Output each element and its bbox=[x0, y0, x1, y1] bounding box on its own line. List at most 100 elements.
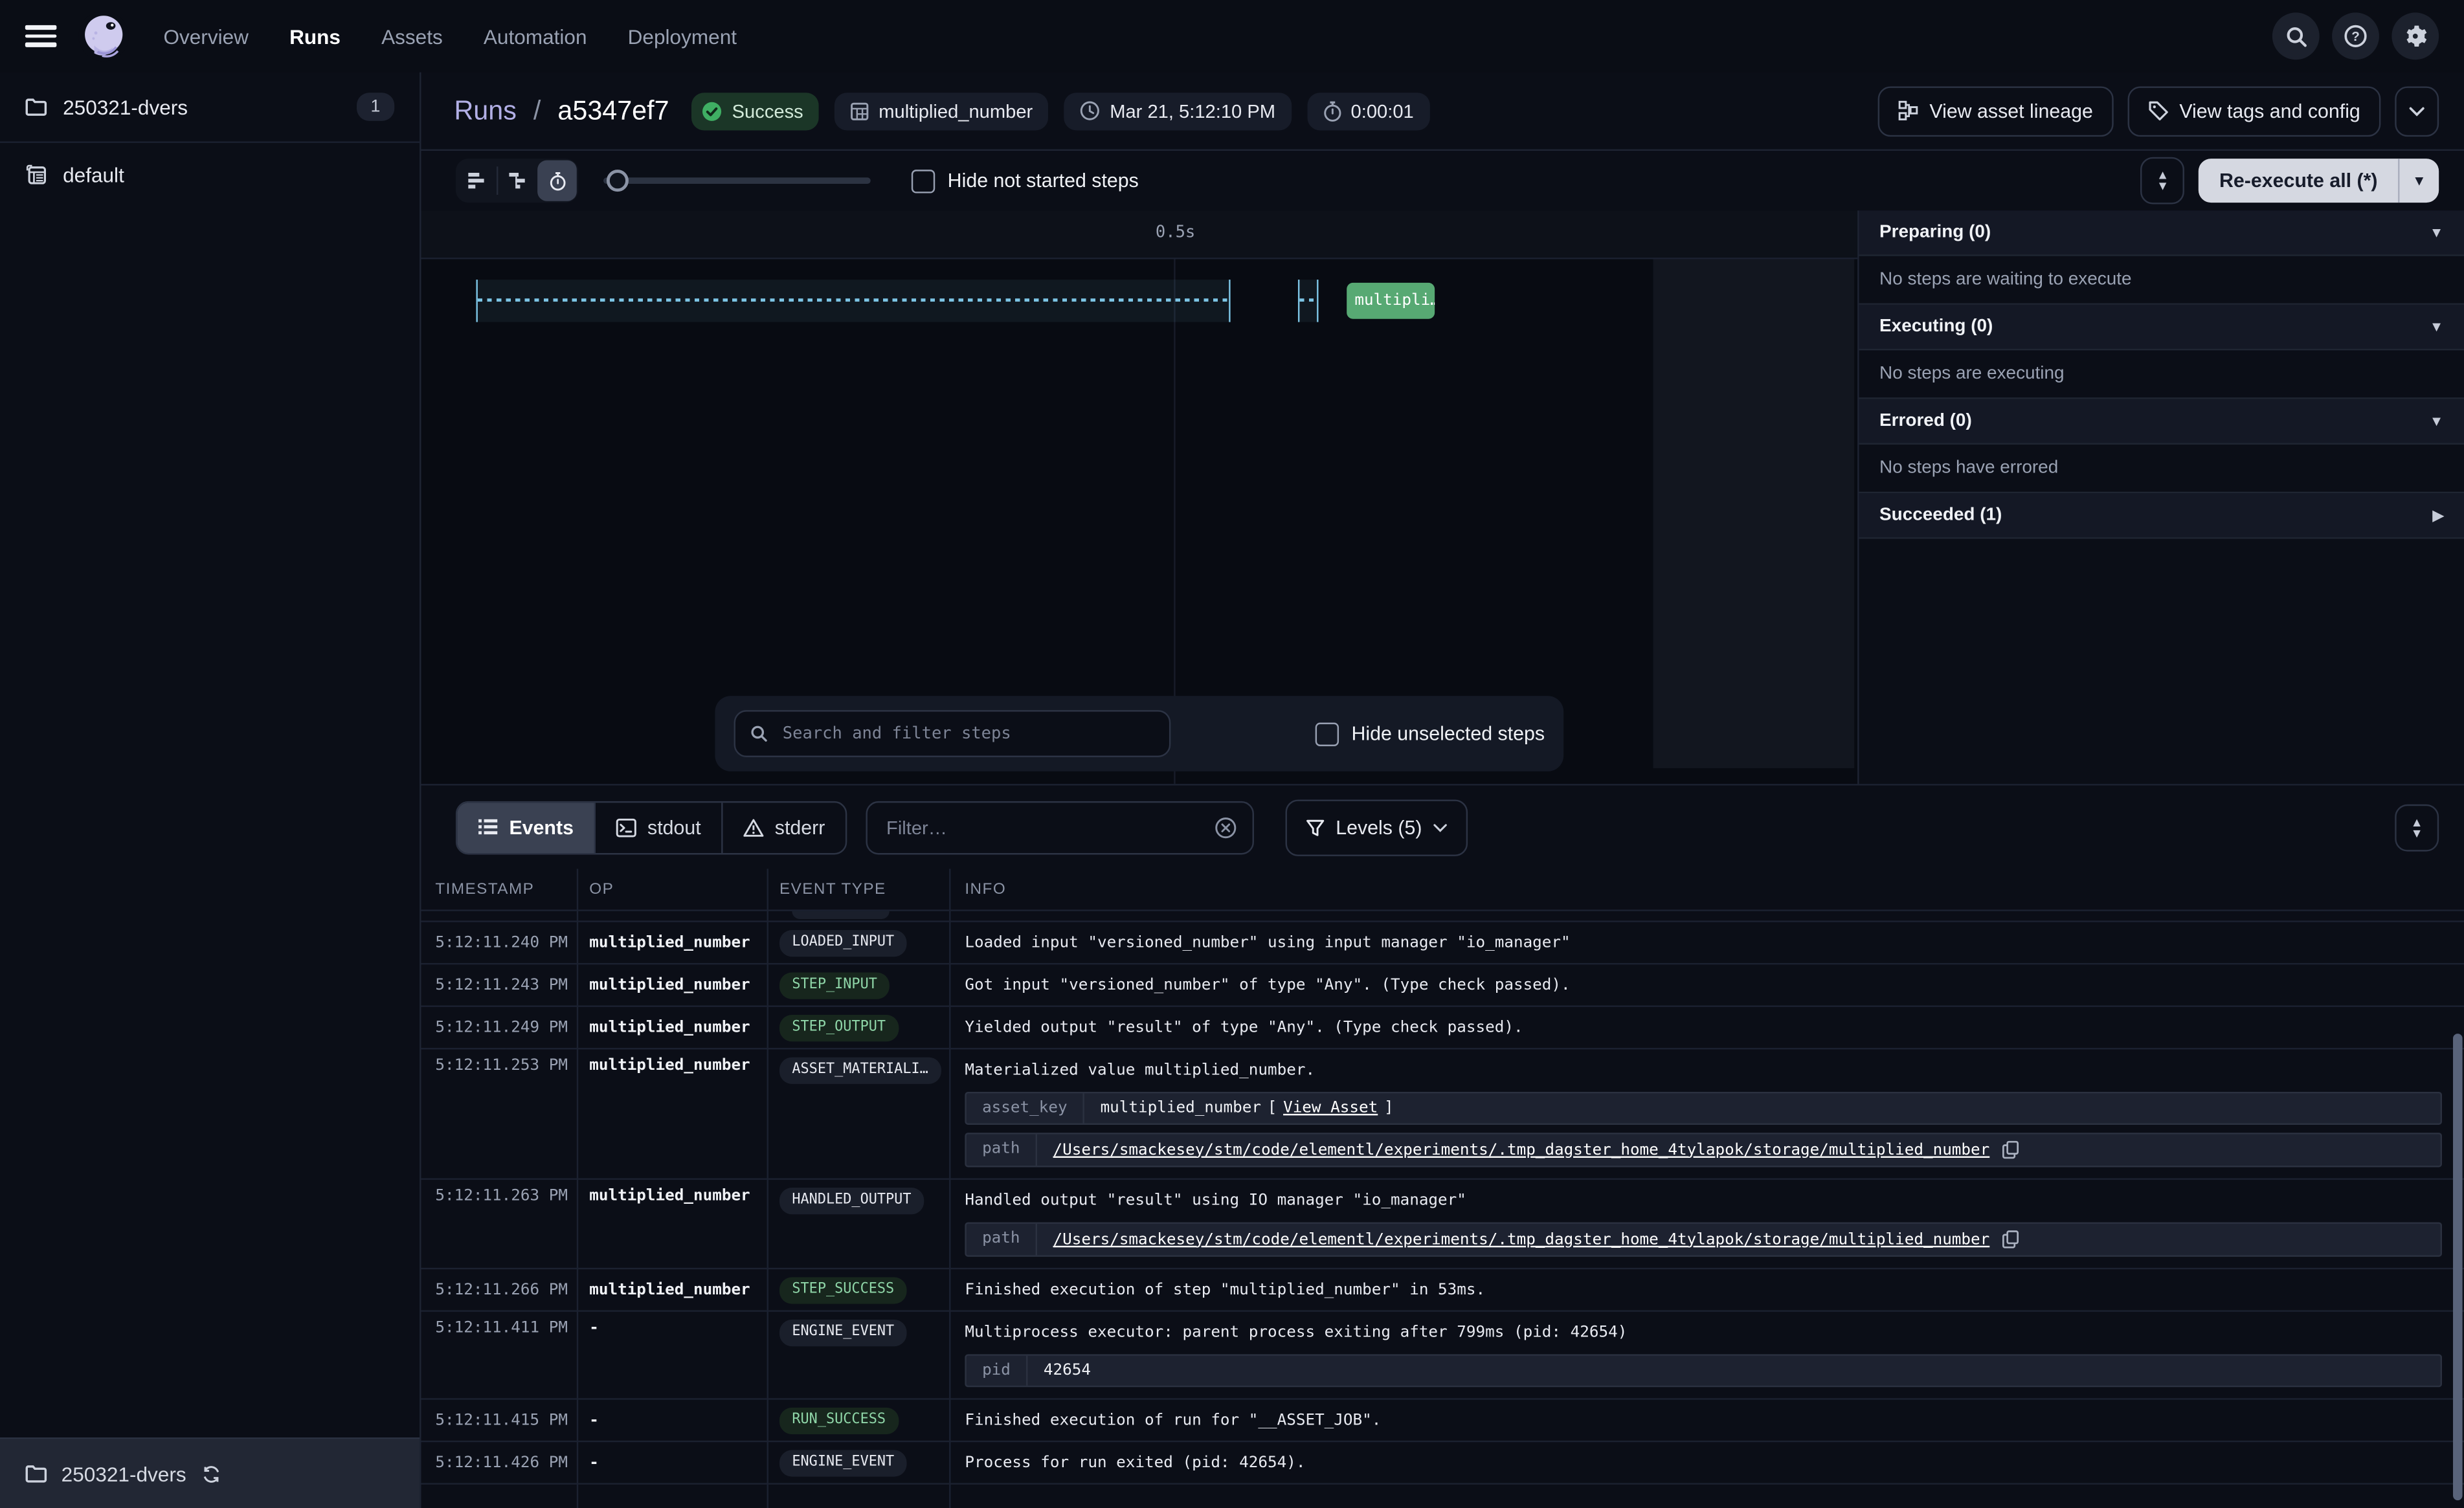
search-button[interactable] bbox=[2272, 12, 2320, 60]
event-type-badge: STEP_SUCCESS bbox=[779, 1276, 907, 1303]
sidebar-job-default[interactable]: default bbox=[0, 143, 420, 206]
help-button[interactable]: ? bbox=[2332, 12, 2379, 60]
gantt-time-axis: 0.5s bbox=[421, 210, 1858, 259]
table-row[interactable]: 5:12:11.411 PM - ENGINE_EVENT Multiproce… bbox=[421, 1312, 2464, 1400]
breadcrumb: Runs / a5347ef7 bbox=[454, 95, 669, 127]
section-preparing[interactable]: Preparing (0) ▼ bbox=[1859, 210, 2464, 256]
section-executing-body: No steps are executing bbox=[1859, 350, 2464, 399]
chevron-down-icon: ▼ bbox=[2156, 181, 2169, 192]
sidebar-workspace-item[interactable]: 250321-dvers 1 bbox=[0, 72, 420, 143]
event-op: multiplied_number bbox=[589, 1019, 750, 1036]
vertical-scrollbar-thumb[interactable] bbox=[2453, 1034, 2463, 1500]
timer-icon bbox=[548, 170, 566, 191]
settings-button[interactable] bbox=[2391, 12, 2439, 60]
chevron-up-icon: ▲ bbox=[2411, 816, 2423, 827]
hamburger-menu-icon[interactable] bbox=[25, 25, 57, 47]
run-actions-menu-button[interactable] bbox=[2395, 85, 2439, 136]
event-filter-field[interactable] bbox=[866, 801, 1254, 854]
path-link[interactable]: /Users/smackesey/stm/code/elementl/exper… bbox=[1053, 1141, 1990, 1159]
event-filter-input[interactable] bbox=[883, 815, 1202, 840]
event-info: Finished execution of run for "__ASSET_J… bbox=[965, 1407, 1381, 1434]
gantt-step-bar[interactable]: multipli… bbox=[1347, 283, 1435, 319]
clear-filter-icon[interactable] bbox=[1215, 816, 1237, 838]
gantt-shade-band bbox=[1653, 258, 1855, 768]
nav-overview[interactable]: Overview bbox=[163, 25, 249, 48]
hide-unselected-label: Hide unselected steps bbox=[1351, 723, 1545, 745]
step-status-panel: Preparing (0) ▼ No steps are waiting to … bbox=[1857, 210, 2464, 784]
caret-down-icon: ▼ bbox=[2430, 413, 2444, 428]
chevron-down-icon: ▼ bbox=[2411, 827, 2423, 838]
reexecute-menu-caret[interactable]: ▼ bbox=[2398, 159, 2439, 203]
table-row[interactable]: 5:12:11.415 PM - RUN_SUCCESS Finished ex… bbox=[421, 1400, 2464, 1443]
table-row[interactable]: 5:12:11.243 PM multiplied_number STEP_IN… bbox=[421, 964, 2464, 1007]
gantt-waterfall-layout-button[interactable] bbox=[498, 161, 537, 201]
event-log-panel: Events stdout bbox=[421, 786, 2464, 1508]
view-tags-config-button[interactable]: View tags and config bbox=[2127, 85, 2380, 136]
slider-handle[interactable] bbox=[607, 170, 629, 192]
levels-dropdown-button[interactable]: Levels (5) bbox=[1286, 799, 1468, 855]
svg-text:?: ? bbox=[2351, 29, 2360, 44]
status-badge: Success bbox=[691, 92, 819, 129]
nav-runs[interactable]: Runs bbox=[289, 25, 341, 48]
run-header: Runs / a5347ef7 Success bbox=[421, 72, 2464, 151]
time-tick-label: 0.5s bbox=[1147, 223, 1204, 242]
event-op: multiplied_number bbox=[589, 1058, 750, 1075]
col-info: INFO bbox=[949, 881, 2464, 898]
events-expand-button[interactable]: ▲ ▼ bbox=[2395, 804, 2439, 851]
copy-icon[interactable] bbox=[2002, 1230, 2020, 1249]
caret-right-icon: ▶ bbox=[2433, 507, 2444, 524]
reexecute-label[interactable]: Re-execute all (*) bbox=[2199, 159, 2398, 203]
checkbox-box[interactable] bbox=[1316, 722, 1339, 745]
view-asset-link[interactable]: View Asset bbox=[1283, 1100, 1378, 1117]
tab-events[interactable]: Events bbox=[457, 802, 596, 852]
run-id: a5347ef7 bbox=[557, 95, 669, 125]
path-link[interactable]: /Users/smackesey/stm/code/elementl/exper… bbox=[1053, 1231, 1990, 1248]
copy-icon[interactable] bbox=[2002, 1140, 2020, 1159]
chevron-down-icon bbox=[2409, 106, 2425, 116]
table-row[interactable]: 5:12:11.253 PM multiplied_number ASSET_M… bbox=[421, 1049, 2464, 1179]
section-errored[interactable]: Errored (0) ▼ bbox=[1859, 399, 2464, 445]
gantt-expand-button[interactable]: ▲ ▼ bbox=[2141, 157, 2185, 205]
table-row[interactable]: 5:12:11.266 PM multiplied_number STEP_SU… bbox=[421, 1269, 2464, 1312]
event-op: multiplied_number bbox=[589, 1188, 750, 1205]
gantt-chart[interactable]: 0.5s multipli… bbox=[421, 210, 1858, 784]
step-search-field[interactable] bbox=[734, 710, 1171, 757]
dagster-logo[interactable] bbox=[78, 11, 129, 61]
view-asset-lineage-button[interactable]: View asset lineage bbox=[1877, 85, 2113, 136]
search-icon bbox=[750, 724, 768, 743]
event-op: - bbox=[589, 1412, 599, 1429]
breadcrumb-separator: / bbox=[533, 95, 541, 125]
section-succeeded[interactable]: Succeeded (1) ▶ bbox=[1859, 493, 2464, 538]
lineage-icon bbox=[1898, 100, 1919, 121]
log-source-tabs: Events stdout bbox=[456, 801, 847, 854]
table-row[interactable]: 5:12:11.263 PM multiplied_number HANDLED… bbox=[421, 1180, 2464, 1269]
gantt-timed-layout-button[interactable] bbox=[537, 161, 577, 201]
sidebar-footer[interactable]: 250321-dvers bbox=[0, 1437, 420, 1508]
nav-deployment[interactable]: Deployment bbox=[628, 25, 737, 48]
reload-icon[interactable] bbox=[200, 1463, 221, 1484]
table-row[interactable]: 5:12:11.426 PM - ENGINE_EVENT Process fo… bbox=[421, 1442, 2464, 1485]
event-type-badge: STEP_OUTPUT bbox=[779, 1014, 899, 1041]
breadcrumb-runs-link[interactable]: Runs bbox=[454, 95, 516, 125]
hide-unselected-checkbox[interactable]: Hide unselected steps bbox=[1316, 722, 1545, 745]
nav-automation[interactable]: Automation bbox=[484, 25, 587, 48]
nav-assets[interactable]: Assets bbox=[381, 25, 443, 48]
chevron-down-icon bbox=[1433, 823, 1447, 832]
section-executing[interactable]: Executing (0) ▼ bbox=[1859, 305, 2464, 350]
event-timestamp: 5:12:11.426 PM bbox=[435, 1454, 568, 1471]
reexecute-all-button[interactable]: Re-execute all (*) ▼ bbox=[2199, 159, 2439, 203]
event-type-badge: STEP_INPUT bbox=[779, 971, 890, 998]
table-row[interactable]: 5:12:11.240 PM multiplied_number LOADED_… bbox=[421, 922, 2464, 965]
table-row[interactable]: 5:12:11.249 PM multiplied_number STEP_OU… bbox=[421, 1007, 2464, 1050]
event-info: Materialized value multiplied_number. bbox=[965, 1058, 2442, 1084]
tab-stdout[interactable]: stdout bbox=[596, 802, 723, 852]
step-search-input[interactable] bbox=[779, 723, 1155, 745]
asset-tag-chip[interactable]: multiplied_number bbox=[834, 92, 1048, 129]
checkbox-box[interactable] bbox=[912, 169, 935, 192]
tab-stderr[interactable]: stderr bbox=[723, 802, 846, 852]
hide-not-started-label: Hide not started steps bbox=[948, 170, 1139, 192]
gantt-zoom-slider[interactable] bbox=[603, 159, 871, 203]
gantt-flat-layout-button[interactable] bbox=[457, 161, 497, 201]
waterfall-layout-icon bbox=[508, 172, 528, 190]
hide-not-started-checkbox[interactable]: Hide not started steps bbox=[912, 169, 1139, 192]
